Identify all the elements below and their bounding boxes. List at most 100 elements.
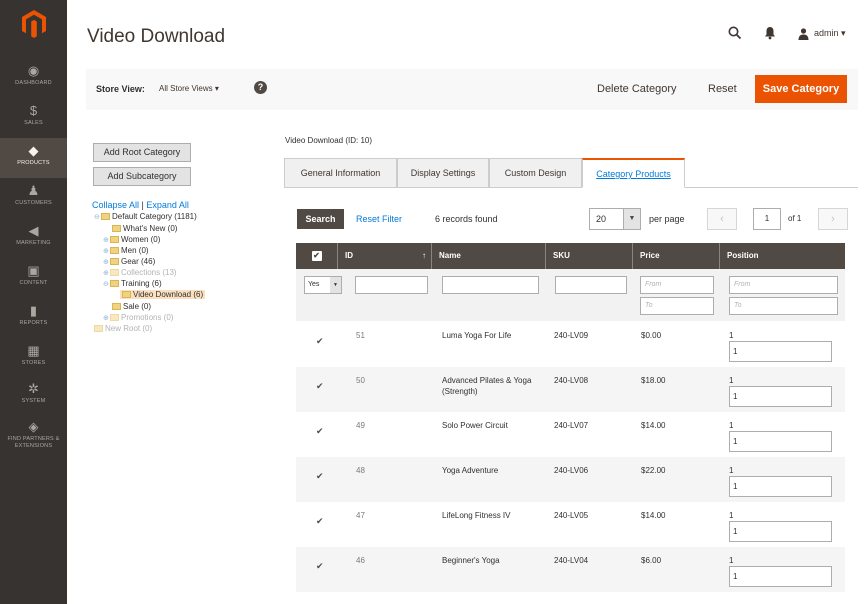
expand-icon[interactable]: ⊕ [103, 236, 109, 244]
row-checkbox[interactable]: ✔ [316, 561, 326, 571]
expand-icon[interactable]: ⊕ [103, 247, 109, 255]
tree-node-selected[interactable]: Video Download (6) [120, 290, 206, 299]
tree-node[interactable]: ⊕ Collections (13) [103, 268, 177, 277]
magento-logo-icon[interactable] [22, 10, 46, 38]
nav-label: Customers [15, 200, 52, 206]
folder-icon [110, 236, 119, 243]
nav-item-stores[interactable]: ▦ Stores [0, 338, 67, 378]
nav-item-dashboard[interactable]: ◉ Dashboard [0, 58, 67, 98]
price-to-input[interactable]: To [640, 297, 714, 315]
nav-item-sales[interactable]: $ Sales [0, 98, 67, 138]
in-category-filter[interactable]: Yes ▼ [304, 276, 342, 294]
price-from-input[interactable]: From [640, 276, 714, 294]
position-text: 1 [729, 421, 734, 430]
tree-node[interactable]: ⊕ Women (0) [103, 235, 160, 244]
tab-category-products[interactable]: Category Products [582, 158, 685, 188]
nav-item-marketing[interactable]: ◀ Marketing [0, 218, 67, 258]
cell-position: 11 [729, 510, 832, 542]
collapse-all-link[interactable]: Collapse All [92, 200, 139, 210]
row-checkbox[interactable]: ✔ [316, 336, 326, 346]
table-row[interactable]: ✔ 48 Yoga Adventure 240-LV06 $22.00 11 [296, 457, 845, 502]
column-id[interactable]: ID ↑ [338, 243, 432, 269]
column-price[interactable]: Price [633, 243, 720, 269]
position-input[interactable]: 1 [729, 431, 832, 452]
position-text: 1 [729, 376, 734, 385]
id-filter-input[interactable] [355, 276, 428, 294]
position-input[interactable]: 1 [729, 566, 832, 587]
column-position[interactable]: Position [720, 243, 845, 269]
tree-node[interactable]: ⊖ Training (6) [103, 279, 162, 288]
add-root-category-button[interactable]: Add Root Category [93, 143, 191, 162]
tree-node[interactable]: ⊕ Promotions (0) [103, 313, 173, 322]
position-input[interactable]: 1 [729, 386, 832, 407]
store-view-switcher[interactable]: All Store Views ▾ [159, 84, 219, 93]
position-from-input[interactable]: From [729, 276, 838, 294]
nav-item-partners[interactable]: ◈ Find Partners & Extensions [0, 414, 67, 458]
layout-icon: ▣ [27, 263, 40, 278]
tree-node[interactable]: New Root (0) [94, 324, 152, 333]
expand-all-link[interactable]: Expand All [146, 200, 189, 210]
tree-node-label: What's New (0) [123, 224, 178, 233]
tab-general-information[interactable]: General Information [284, 158, 397, 188]
per-page-label: per page [649, 214, 685, 224]
page-number-input[interactable]: 1 [753, 208, 781, 230]
delete-category-button[interactable]: Delete Category [597, 83, 677, 95]
table-row[interactable]: ✔ 51 Luma Yoga For Life 240-LV09 $0.00 1… [296, 322, 845, 367]
position-to-input[interactable]: To [729, 297, 838, 315]
tab-display-settings[interactable]: Display Settings [397, 158, 489, 188]
in-category-value: Yes [308, 281, 320, 288]
position-input[interactable]: 1 [729, 476, 832, 497]
tree-node[interactable]: ⊕ Gear (46) [103, 257, 155, 266]
search-icon[interactable] [728, 26, 742, 43]
nav-item-products[interactable]: ◆ Products [0, 138, 67, 178]
row-checkbox[interactable]: ✔ [316, 471, 326, 481]
reset-button[interactable]: Reset [708, 83, 737, 95]
tree-node[interactable]: What's New (0) [112, 224, 177, 233]
row-checkbox[interactable]: ✔ [316, 381, 326, 391]
table-row[interactable]: ✔ 47 LifeLong Fitness IV 240-LV05 $14.00… [296, 502, 845, 547]
expand-icon[interactable]: ⊕ [103, 269, 109, 277]
table-row[interactable]: ✔ 49 Solo Power Circuit 240-LV07 $14.00 … [296, 412, 845, 457]
search-button[interactable]: Search [297, 209, 344, 229]
add-subcategory-button[interactable]: Add Subcategory [93, 167, 191, 186]
person-icon: ♟ [27, 183, 40, 198]
tree-node[interactable]: ⊖ Default Category (1181) [94, 212, 197, 221]
nav-label: System [21, 398, 46, 404]
select-all-header[interactable]: ✔ [296, 243, 338, 269]
help-icon[interactable]: ? [254, 81, 267, 94]
nav-item-system[interactable]: ✲ System [0, 376, 67, 416]
nav-item-reports[interactable]: ▮ Reports [0, 298, 67, 338]
column-name[interactable]: Name [432, 243, 546, 269]
tab-custom-design[interactable]: Custom Design [489, 158, 582, 188]
collapse-icon[interactable]: ⊖ [94, 213, 100, 221]
tree-node[interactable]: Sale (0) [112, 302, 151, 311]
bell-icon[interactable] [764, 26, 776, 43]
expand-icon[interactable]: ⊕ [103, 258, 109, 266]
table-row[interactable]: ✔ 46 Beginner's Yoga 240-LV04 $6.00 11 [296, 547, 845, 592]
tree-node[interactable]: ⊕ Men (0) [103, 246, 149, 255]
user-icon [798, 27, 809, 43]
expand-icon[interactable]: ⊕ [103, 314, 109, 322]
name-filter-input[interactable] [442, 276, 539, 294]
chevron-down-icon: ▼ [330, 277, 341, 293]
row-checkbox[interactable]: ✔ [316, 426, 326, 436]
column-sku[interactable]: SKU [546, 243, 633, 269]
tree-node-label: Collections (13) [121, 268, 177, 277]
admin-user-menu[interactable]: admin ▾ [814, 28, 846, 39]
cell-price: $6.00 [641, 556, 662, 565]
next-page-button[interactable]: › [818, 208, 848, 230]
reset-filter-link[interactable]: Reset Filter [356, 214, 402, 224]
position-input[interactable]: 1 [729, 341, 832, 362]
row-checkbox[interactable]: ✔ [316, 516, 326, 526]
table-row[interactable]: ✔ 50 Advanced Pilates & Yoga (Strength) … [296, 367, 845, 412]
checkbox-icon[interactable]: ✔ [311, 250, 322, 261]
collapse-icon[interactable]: ⊖ [103, 280, 109, 288]
sort-arrow-icon[interactable]: ↑ [422, 243, 426, 269]
nav-item-content[interactable]: ▣ Content [0, 258, 67, 298]
save-category-button[interactable]: Save Category [755, 75, 847, 103]
per-page-select[interactable]: 20 ▼ [589, 208, 641, 230]
previous-page-button[interactable]: ‹ [707, 208, 737, 230]
position-input[interactable]: 1 [729, 521, 832, 542]
sku-filter-input[interactable] [555, 276, 627, 294]
nav-item-customers[interactable]: ♟ Customers [0, 178, 67, 218]
